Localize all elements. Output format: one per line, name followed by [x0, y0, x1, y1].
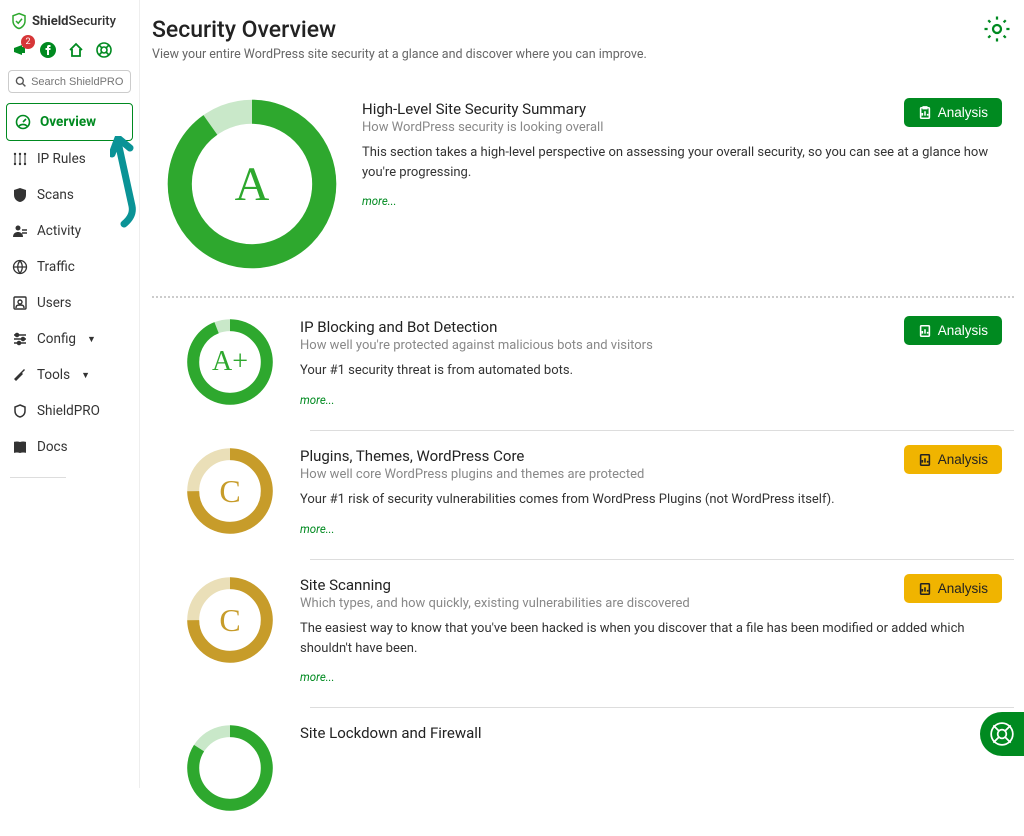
top-icon-row: 2 [4, 38, 135, 68]
clipboard-icon [918, 106, 932, 120]
nav-shieldpro[interactable]: ShieldPRO [4, 393, 135, 429]
brand-logo[interactable]: ShieldSecurity [4, 8, 135, 38]
nav-tools[interactable]: Tools ▼ [4, 357, 135, 393]
grade-ring-summary: A [166, 98, 338, 270]
section-separator [152, 296, 1014, 298]
card-plugins: C Plugins, Themes, WordPress Core How we… [170, 431, 1014, 559]
search-icon [15, 75, 26, 88]
notification-badge: 2 [21, 35, 35, 49]
settings-gear-button[interactable] [982, 14, 1012, 48]
card-desc: Your #1 risk of security vulnerabilities… [300, 490, 1014, 510]
grade-letter: C [184, 445, 276, 537]
more-link[interactable]: more... [300, 670, 335, 684]
more-link[interactable]: more... [300, 393, 335, 407]
nav-label: Docs [37, 439, 68, 455]
more-link[interactable]: more... [300, 522, 335, 536]
sliders-icon [12, 331, 28, 347]
clipboard-icon [918, 324, 932, 338]
card-desc: The easiest way to know that you've been… [300, 619, 1014, 658]
card-title: Site Lockdown and Firewall [300, 724, 1014, 742]
nav-users[interactable]: Users [4, 285, 135, 321]
grade-letter: A+ [184, 316, 276, 408]
nav-list: Overview IP Rules Scans Activity Traffic… [4, 103, 135, 478]
chevron-down-icon: ▼ [87, 334, 96, 345]
dashboard-icon [15, 114, 31, 130]
lifebuoy-icon [989, 721, 1015, 747]
shield-icon [12, 187, 28, 203]
nav-overview[interactable]: Overview [6, 103, 133, 141]
grade-ring-ip: A+ [184, 316, 276, 408]
nav-scans[interactable]: Scans [4, 177, 135, 213]
search-input[interactable] [31, 76, 124, 88]
main-content: Security Overview View your entire WordP… [152, 16, 1014, 836]
card-summary: A High-Level Site Security Summary How W… [152, 84, 1014, 292]
grade-letter [184, 722, 276, 814]
card-ip-blocking: A+ IP Blocking and Bot Detection How wel… [170, 302, 1014, 430]
nav-label: Users [37, 295, 71, 311]
home-icon[interactable] [68, 42, 84, 58]
nav-label: Tools [37, 367, 70, 383]
nav-label: Traffic [37, 259, 75, 275]
sidebar: ShieldSecurity 2 Overview IP Rules Scans… [0, 0, 140, 788]
more-link[interactable]: more... [362, 194, 397, 208]
nav-label: Overview [40, 114, 96, 130]
nav-label: Activity [37, 223, 81, 239]
analysis-button[interactable]: Analysis [904, 98, 1002, 127]
brand-name: ShieldSecurity [32, 14, 116, 29]
nav-label: Scans [37, 187, 74, 203]
support-icon[interactable] [96, 42, 112, 58]
tools-icon [12, 367, 28, 383]
nav-label: ShieldPRO [37, 403, 100, 419]
megaphone-icon[interactable]: 2 [12, 42, 28, 58]
help-float-button[interactable] [980, 712, 1024, 756]
grade-ring-scanning: C [184, 574, 276, 666]
grade-letter: C [184, 574, 276, 666]
clipboard-icon [918, 453, 932, 467]
analysis-button[interactable]: Analysis [904, 574, 1002, 603]
nav-ip-rules[interactable]: IP Rules [4, 141, 135, 177]
analysis-button[interactable]: Analysis [904, 316, 1002, 345]
nav-traffic[interactable]: Traffic [4, 249, 135, 285]
book-icon [12, 439, 28, 455]
nav-divider [10, 477, 66, 478]
grade-ring-lockdown [184, 722, 276, 814]
facebook-icon[interactable] [40, 42, 56, 58]
network-icon [12, 151, 28, 167]
card-desc: Your #1 security threat is from automate… [300, 361, 1014, 381]
users-icon [12, 295, 28, 311]
shieldpro-icon [12, 403, 28, 419]
globe-icon [12, 259, 28, 275]
nav-activity[interactable]: Activity [4, 213, 135, 249]
card-scanning: C Site Scanning Which types, and how qui… [170, 560, 1014, 707]
nav-config[interactable]: Config ▼ [4, 321, 135, 357]
clipboard-icon [918, 582, 932, 596]
shield-icon [10, 12, 28, 30]
grade-letter: A [166, 98, 338, 270]
person-icon [12, 223, 28, 239]
analysis-button[interactable]: Analysis [904, 445, 1002, 474]
nav-docs[interactable]: Docs [4, 429, 135, 465]
card-desc: This section takes a high-level perspect… [362, 143, 1014, 182]
grade-ring-plugins: C [184, 445, 276, 537]
chevron-down-icon: ▼ [81, 370, 90, 381]
gear-icon [982, 14, 1012, 44]
page-title: Security Overview [152, 16, 1014, 43]
search-box[interactable] [8, 70, 131, 93]
nav-label: Config [37, 331, 76, 347]
card-lockdown: Site Lockdown and Firewall [170, 708, 1014, 836]
page-subtitle: View your entire WordPress site security… [152, 47, 1014, 62]
nav-label: IP Rules [37, 151, 86, 167]
